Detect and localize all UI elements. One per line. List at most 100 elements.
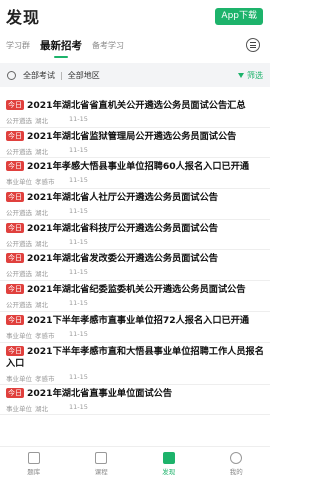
settings-icon xyxy=(7,70,16,80)
list-item-title-text: 2021年湖北省省直机关公开遴选公务员面试公告汇总 xyxy=(27,100,246,111)
item-date: 11-15 xyxy=(69,207,88,216)
today-badge: 今日 xyxy=(6,192,24,203)
bottom-nav: 题库 课程 发现 我的 xyxy=(0,446,270,480)
list-item-title-text: 2021下半年孝感市直事业单位招72人报名入口已开通 xyxy=(27,314,250,326)
list-item[interactable]: 今日 2021年湖北省人社厅公开遴选公务员面试公告 公开遴选 湖北 11-15 xyxy=(0,189,270,220)
top-bar: 发现 App下载 xyxy=(0,0,270,32)
list-item-title: 今日 2021年湖北省省直机关公开遴选公务员面试公告汇总 xyxy=(6,100,264,112)
course-icon xyxy=(95,451,108,464)
list-item-title-text: 2021年湖北省科技厅公开遴选公务员面试公告 xyxy=(27,222,218,234)
item-type: 公开遴选 xyxy=(6,147,32,156)
nav-courses[interactable]: 课程 xyxy=(68,447,136,480)
funnel-icon xyxy=(238,72,244,78)
nav-mine[interactable]: 我的 xyxy=(203,447,271,480)
list-item-title: 今日 2021年湖北省科技厅公开遴选公务员面试公告 xyxy=(6,222,264,235)
list-item-meta: 公开遴选 湖北 11-15 xyxy=(6,268,264,278)
item-region: 湖北 xyxy=(35,239,48,248)
list-item-title: 今日 2021下半年孝感市直和大悟县事业单位招聘工作人员报名入口 xyxy=(6,345,264,370)
list-item[interactable]: 今日 2021年孝感大悟县事业单位招聘60人报名入口已开通 事业单位 孝感市 11-1… xyxy=(0,158,270,190)
page-title: 发现 xyxy=(6,8,41,27)
list-item-meta: 公开遴选 湖北 11-15 xyxy=(6,115,264,125)
list-item-title: 今日 2021年湖北省人社厅公开遴选公务员面试公告 xyxy=(6,192,264,204)
item-date: 11-15 xyxy=(69,145,88,154)
news-list: 今日 2021年湖北省省直机关公开遴选公务员面试公告汇总 公开遴选 湖北 11-15 … xyxy=(0,97,270,446)
list-item-title: 今日 2021年孝感大悟县事业单位招聘60人报名入口已开通 xyxy=(6,161,264,173)
item-date: 11-15 xyxy=(69,329,88,338)
list-item-title-text: 2021年孝感大悟县事业单位招聘60人报名入口已开通 xyxy=(27,161,250,173)
list-item[interactable]: 今日 2021下半年孝感市直事业单位招72人报名入口已开通 事业单位 孝感市 11-1… xyxy=(0,312,270,343)
tab-exam-prep[interactable]: 备考学习 xyxy=(92,40,124,51)
list-item-meta: 事业单位 湖北 11-15 xyxy=(6,403,264,413)
list-item[interactable]: 今日 2021年湖北省科技厅公开遴选公务员面试公告 公开遴选 湖北 11-15 xyxy=(0,220,270,251)
item-region: 湖北 xyxy=(35,147,48,156)
list-item[interactable]: 今日 2021年湖北省直事业单位面试公告 事业单位 湖北 11-15 xyxy=(0,385,270,416)
item-type: 事业单位 xyxy=(6,404,32,413)
item-date: 11-15 xyxy=(69,372,88,381)
item-type: 公开遴选 xyxy=(6,239,32,248)
list-item-meta: 事业单位 孝感市 11-15 xyxy=(6,373,264,383)
discover-icon xyxy=(162,451,175,464)
tab-latest-recruitment[interactable]: 最新招考 xyxy=(40,38,82,58)
nav-question-bank[interactable]: 题库 xyxy=(0,447,68,480)
menu-icon[interactable] xyxy=(246,38,260,52)
today-badge: 今日 xyxy=(6,161,24,172)
item-type: 事业单位 xyxy=(6,331,32,340)
list-item-meta: 公开遴选 湖北 11-15 xyxy=(6,238,264,248)
exam-filter[interactable]: 全部考试 xyxy=(23,70,55,81)
list-item[interactable]: 今日 2021下半年孝感市直和大悟县事业单位招聘工作人员报名入口 事业单位 孝感市 1… xyxy=(0,343,270,385)
region-filter[interactable]: 全部地区 xyxy=(68,70,100,81)
list-item-title-text: 2021下半年孝感市直和大悟县事业单位招聘工作人员报名入口 xyxy=(6,345,264,369)
item-region: 湖北 xyxy=(35,270,48,279)
item-date: 11-15 xyxy=(69,268,88,277)
list-item[interactable]: 今日 2021年湖北省省直机关公开遴选公务员面试公告汇总 公开遴选 湖北 11-15 xyxy=(0,97,270,128)
item-date: 11-15 xyxy=(69,237,88,246)
list-item-title: 今日 2021年湖北省监狱管理局公开遴选公务员面试公告 xyxy=(6,130,264,143)
item-date: 11-15 xyxy=(69,176,88,185)
item-type: 事业单位 xyxy=(6,374,32,383)
item-region: 孝感市 xyxy=(35,178,55,187)
today-badge: 今日 xyxy=(6,253,24,264)
filter-bar: 全部考试 | 全部地区 筛选 xyxy=(0,63,270,87)
item-date: 11-15 xyxy=(69,115,88,123)
nav-label: 发现 xyxy=(162,467,176,476)
list-item-title-text: 2021年湖北省人社厅公开遴选公务员面试公告 xyxy=(27,192,218,204)
list-item-title-text: 2021年湖北省纪委监委机关公开遴选公务员面试公告 xyxy=(27,284,246,296)
list-item-title: 今日 2021年湖北省纪委监委机关公开遴选公务员面试公告 xyxy=(6,284,264,296)
list-item-meta: 公开遴选 湖北 11-15 xyxy=(6,207,264,217)
item-type: 事业单位 xyxy=(6,178,32,187)
filter-button-label: 筛选 xyxy=(247,70,263,80)
item-type: 公开遴选 xyxy=(6,209,32,218)
nav-label: 我的 xyxy=(229,467,243,476)
list-item-meta: 公开遴选 湖北 11-15 xyxy=(6,146,264,156)
today-badge: 今日 xyxy=(6,284,24,295)
list-item[interactable]: 今日 2021年湖北省发改委公开遴选公务员面试公告 公开遴选 湖北 11-15 xyxy=(0,250,270,282)
item-type: 公开遴选 xyxy=(6,270,32,279)
book-icon xyxy=(27,451,40,464)
today-badge: 今日 xyxy=(6,314,24,325)
app-download-button[interactable]: App下载 xyxy=(215,7,263,25)
item-region: 湖北 xyxy=(35,117,48,125)
nav-label: 课程 xyxy=(94,467,108,476)
nav-discover[interactable]: 发现 xyxy=(135,447,203,480)
item-region: 孝感市 xyxy=(35,331,55,340)
today-badge: 今日 xyxy=(6,100,24,110)
today-badge: 今日 xyxy=(6,222,24,233)
item-type: 公开遴选 xyxy=(6,301,32,310)
list-item[interactable]: 今日 2021年湖北省监狱管理局公开遴选公务员面试公告 公开遴选 湖北 11-15 xyxy=(0,128,270,159)
today-badge: 今日 xyxy=(6,130,24,141)
list-item-title: 今日 2021年湖北省直事业单位面试公告 xyxy=(6,387,264,400)
item-date: 11-15 xyxy=(69,402,88,411)
filter-button[interactable]: 筛选 xyxy=(238,70,263,81)
tab-bar: 学习群 最新招考 备考学习 xyxy=(0,32,270,58)
filter-separator: | xyxy=(60,70,63,80)
item-region: 湖北 xyxy=(35,209,48,218)
list-item-title-text: 2021年湖北省直事业单位面试公告 xyxy=(27,387,173,399)
item-type: 公开遴选 xyxy=(6,117,32,125)
item-region: 孝感市 xyxy=(35,374,55,383)
tab-study-group[interactable]: 学习群 xyxy=(6,40,30,51)
list-item[interactable]: 今日 2021年湖北省纪委监委机关公开遴选公务员面试公告 公开遴选 湖北 11-15 xyxy=(0,281,270,312)
nav-label: 题库 xyxy=(27,467,41,476)
list-item-title: 今日 2021下半年孝感市直事业单位招72人报名入口已开通 xyxy=(6,314,264,327)
list-item-meta: 公开遴选 湖北 11-15 xyxy=(6,299,264,309)
today-badge: 今日 xyxy=(6,387,24,398)
